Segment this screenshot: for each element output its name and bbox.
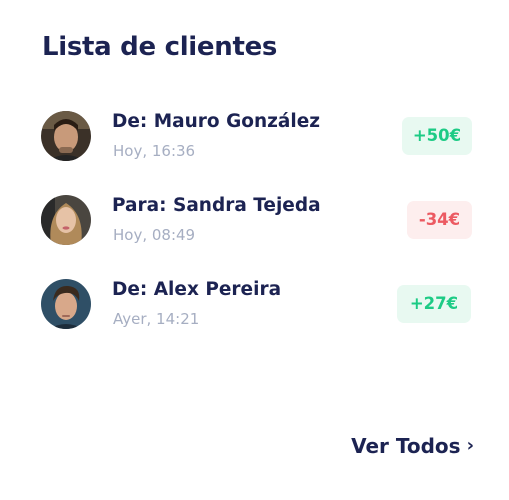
view-all-link[interactable]: Ver Todos › — [351, 434, 474, 458]
avatar — [41, 279, 91, 329]
client-name: De: Mauro González — [112, 111, 321, 132]
amount-badge: -34€ — [407, 201, 472, 239]
client-name: De: Alex Pereira — [112, 279, 282, 300]
client-list-item[interactable]: De: Mauro González Hoy, 16:36 +50€ — [41, 111, 473, 161]
client-list-card: Lista de clientes De: Mauro González Hoy… — [0, 0, 509, 500]
client-time: Hoy, 16:36 — [113, 142, 196, 160]
amount-badge: +50€ — [402, 117, 472, 155]
client-list-item[interactable]: Para: Sandra Tejeda Hoy, 08:49 -34€ — [41, 195, 473, 245]
client-time: Hoy, 08:49 — [113, 226, 196, 244]
amount-badge: +27€ — [397, 285, 471, 323]
avatar — [41, 195, 91, 245]
avatar — [41, 111, 91, 161]
client-time: Ayer, 14:21 — [113, 310, 200, 328]
view-all-label: Ver Todos — [351, 434, 461, 458]
card-title: Lista de clientes — [42, 32, 278, 62]
client-name: Para: Sandra Tejeda — [112, 195, 321, 216]
chevron-right-icon: › — [466, 435, 474, 456]
client-list-item[interactable]: De: Alex Pereira Ayer, 14:21 +27€ — [41, 279, 473, 329]
